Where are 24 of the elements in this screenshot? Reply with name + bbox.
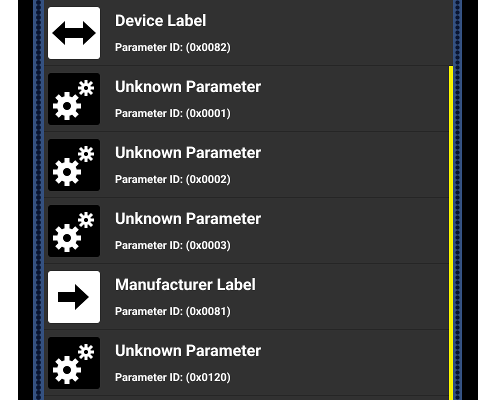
parameter-id: Parameter ID: (0x0081) xyxy=(115,304,232,318)
parameter-row[interactable]: Manufacturer Label Parameter ID: (0x0081) xyxy=(44,264,453,330)
scrollbar[interactable] xyxy=(449,66,453,400)
gears-icon xyxy=(48,204,100,256)
parameter-title: Unknown Parameter xyxy=(115,142,262,162)
parameter-id: Parameter ID: (0x0082) xyxy=(115,40,231,54)
parameter-title: Unknown Parameter xyxy=(115,340,262,360)
parameter-title: Unknown Parameter xyxy=(115,76,262,96)
parameter-row[interactable]: Unknown Parameter Parameter ID: (0x0003) xyxy=(44,198,453,264)
parameter-id: Parameter ID: (0x0003) xyxy=(115,238,232,252)
parameter-id: Parameter ID: (0x0120) xyxy=(115,370,232,384)
parameter-title: Device Label xyxy=(115,10,208,30)
both-arrows-icon xyxy=(48,6,100,58)
parameter-row[interactable]: Unknown Parameter Parameter ID: (0x0120) xyxy=(44,330,453,396)
parameter-row[interactable]: Unknown Parameter Parameter ID: (0x0001) xyxy=(44,66,453,132)
parameter-title: Unknown Parameter xyxy=(115,208,262,228)
parameter-row[interactable]: Device Label Parameter ID: (0x0082) xyxy=(44,0,453,66)
gears-icon xyxy=(48,72,100,124)
gears-icon xyxy=(48,336,100,388)
parameter-title: Manufacturer Label xyxy=(115,274,256,294)
parameter-id: Parameter ID: (0x0002) xyxy=(115,172,232,186)
gears-icon xyxy=(48,138,100,190)
parameter-row[interactable]: Unknown Parameter Parameter ID: (0x0002) xyxy=(44,132,453,198)
parameter-id: Parameter ID: (0x0001) xyxy=(115,106,232,120)
